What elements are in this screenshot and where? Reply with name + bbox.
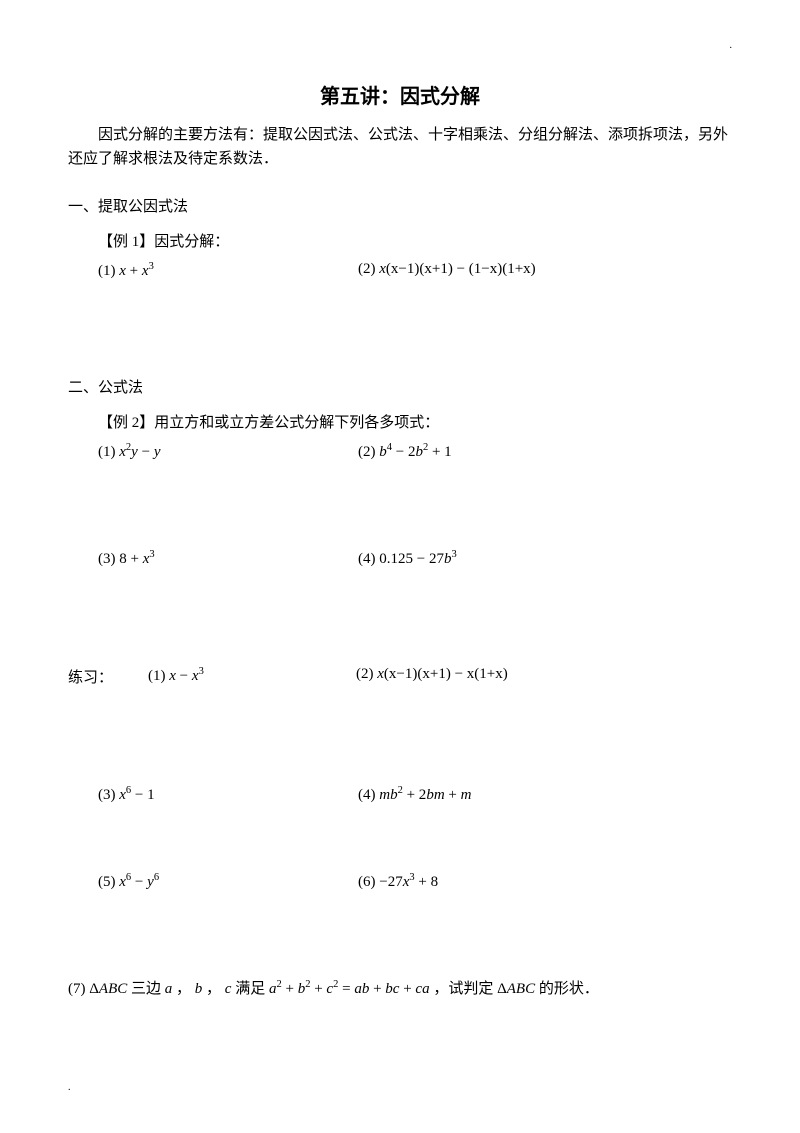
math-expr: x(x−1)(x+1) − x(1+x) [377, 666, 507, 682]
q7-text: ，试判定 [433, 981, 493, 997]
practice-q6: (6) −27x3 + 8 [358, 872, 732, 891]
q-label: (2) [358, 444, 379, 460]
example-2-label: 【例 2】用立方和或立方差公式分解下列各多项式： [98, 411, 732, 432]
q7-text: 满足 [235, 981, 265, 997]
math-expr: x2y − y [119, 444, 160, 460]
math-expr: x − x3 [169, 668, 204, 684]
math-expr: −27x3 + 8 [379, 874, 438, 890]
q-label: (3) [98, 787, 119, 803]
example-2-row-2: (3) 8 + x3 (4) 0.125 − 27b3 [98, 549, 732, 568]
q7-text: 的形状． [539, 981, 599, 997]
math-expr: a2 + b2 + c2 = ab + bc + ca [269, 981, 430, 997]
corner-dot-top: . [730, 40, 733, 51]
practice-row-3: (5) x6 − y6 (6) −27x3 + 8 [98, 872, 732, 891]
q-label: (6) [358, 874, 379, 890]
q-label: (2) [356, 666, 377, 682]
q-label: (4) [358, 787, 379, 803]
q-label: (3) [98, 551, 119, 567]
practice-row-2: (3) x6 − 1 (4) mb2 + 2bm + m [98, 785, 732, 804]
math-expr: x6 − y6 [119, 874, 159, 890]
practice-row-1: 练习： (1) x − x3 (2) x(x−1)(x+1) − x(1+x) [68, 666, 732, 687]
example-1-q1: (1) x + x3 [98, 261, 358, 280]
example-2-q4: (4) 0.125 − 27b3 [358, 549, 732, 568]
q-label: (5) [98, 874, 119, 890]
practice-q3: (3) x6 − 1 [98, 785, 358, 804]
example-2-q1: (1) x2y − y [98, 442, 358, 461]
page-title: 第五讲：因式分解 [68, 80, 732, 109]
corner-dot-bottom: . [68, 1082, 71, 1093]
q-label: (1) [148, 668, 169, 684]
intro-paragraph: 因式分解的主要方法有：提取公因式法、公式法、十字相乘法、分组分解法、添项拆项法，… [68, 123, 732, 171]
math-expr: ΔABC [89, 981, 127, 997]
math-expr: b4 − 2b2 + 1 [379, 444, 451, 460]
math-expr: ΔABC [497, 981, 535, 997]
section-2-head: 二、公式法 [68, 376, 732, 397]
math-var: a [165, 981, 173, 997]
practice-prefix: 练习： [68, 666, 148, 687]
practice-q2: (2) x(x−1)(x+1) − x(1+x) [356, 666, 508, 687]
example-1-row: (1) x + x3 (2) x(x−1)(x+1) − (1−x)(1+x) [98, 261, 732, 280]
example-1-q2: (2) x(x−1)(x+1) − (1−x)(1+x) [358, 261, 732, 280]
q-label: (1) [98, 263, 119, 279]
document-page: 第五讲：因式分解 因式分解的主要方法有：提取公因式法、公式法、十字相乘法、分组分… [0, 0, 800, 1038]
q7-text: ， [176, 981, 191, 997]
practice-q1: (1) x − x3 [148, 666, 328, 687]
example-2-q3: (3) 8 + x3 [98, 549, 358, 568]
q7-text: 三边 [131, 981, 161, 997]
practice-q4: (4) mb2 + 2bm + m [358, 785, 732, 804]
section-1-head: 一、提取公因式法 [68, 195, 732, 216]
q7-text: ， [206, 981, 221, 997]
practice-q7: (7) ΔABC 三边 a ， b ， c 满足 a2 + b2 + c2 = … [68, 977, 732, 998]
math-expr: x(x−1)(x+1) − (1−x)(1+x) [379, 261, 535, 277]
q-label: (1) [98, 444, 119, 460]
q-label: (4) [358, 551, 379, 567]
math-expr: x6 − 1 [119, 787, 154, 803]
q-label: (2) [358, 261, 379, 277]
example-1-label: 【例 1】因式分解： [98, 230, 732, 251]
math-var: c [225, 981, 232, 997]
example-2-row-1: (1) x2y − y (2) b4 − 2b2 + 1 [98, 442, 732, 461]
math-var: b [195, 981, 203, 997]
q-label: (7) [68, 981, 89, 997]
math-expr: x + x3 [119, 263, 154, 279]
math-expr: 0.125 − 27b3 [379, 551, 456, 567]
math-expr: 8 + x3 [119, 551, 154, 567]
math-expr: mb2 + 2bm + m [379, 787, 471, 803]
practice-q5: (5) x6 − y6 [98, 872, 358, 891]
example-2-q2: (2) b4 − 2b2 + 1 [358, 442, 732, 461]
